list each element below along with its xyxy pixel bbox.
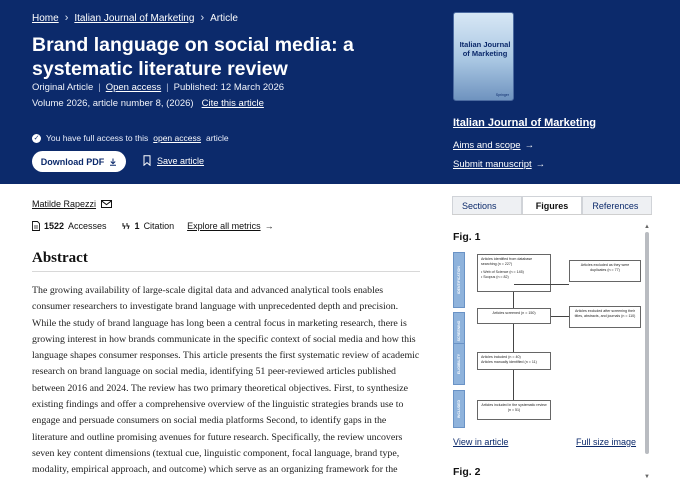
scroll-down-icon[interactable]: ▼ xyxy=(644,474,650,480)
quote-icon xyxy=(122,222,130,229)
arrow-right-icon: → xyxy=(524,140,535,151)
abstract-text: The growing availability of large-scale … xyxy=(32,285,420,476)
abstract-heading: Abstract xyxy=(32,250,88,266)
tab-sections[interactable]: Sections xyxy=(452,196,522,214)
article-volume-row: Volume 2026, article number 8, (2026) Ci… xyxy=(32,98,264,109)
breadcrumb-journal[interactable]: Italian Journal of Marketing xyxy=(74,13,194,24)
box-articles-included: Articles included (n = 40) Articles manu… xyxy=(477,352,551,370)
connector xyxy=(551,316,569,317)
box-articles-screened: Articles screened (n = 150) xyxy=(477,308,551,324)
scroll-up-icon[interactable]: ▲ xyxy=(644,224,650,230)
cover-publisher: Springer xyxy=(495,93,509,97)
download-icon xyxy=(110,158,117,166)
box-final-review: Articles included in the systematic revi… xyxy=(477,400,551,420)
breadcrumb-current: Article xyxy=(210,12,238,24)
connector xyxy=(513,324,514,352)
cover-title: Italian Journal of Marketing xyxy=(459,40,511,58)
article-volume: Volume 2026, article number 8, (2026) xyxy=(32,98,194,109)
published-date: Published: 12 March 2026 xyxy=(173,82,285,93)
accesses-count: 1522 xyxy=(44,221,65,231)
journal-name-link[interactable]: Italian Journal of Marketing xyxy=(453,117,596,129)
connector xyxy=(513,292,514,308)
download-pdf-button[interactable]: Download PDF xyxy=(32,151,126,172)
article-metrics: 1522 Accesses 1 Citation Explore all met… xyxy=(32,221,274,231)
open-access-inline-link[interactable]: open access xyxy=(153,133,201,143)
citations-count: 1 xyxy=(134,221,140,231)
bookmark-icon xyxy=(143,155,151,166)
divider xyxy=(32,271,420,272)
breadcrumb-separator: › xyxy=(64,12,69,24)
breadcrumb: Home › Italian Journal of Marketing › Ar… xyxy=(32,12,238,24)
article-title: Brand language on social media: a system… xyxy=(32,34,354,80)
citations-label: Citation xyxy=(143,221,175,231)
arrow-right-icon: → xyxy=(535,159,546,170)
figure-1-prisma-diagram[interactable]: IDENTIFICATION SCREENING ELIGIBILITY INC… xyxy=(453,246,643,432)
phase-eligibility: ELIGIBILITY xyxy=(453,343,465,385)
connector xyxy=(513,370,514,400)
cite-link[interactable]: Cite this article xyxy=(202,98,264,109)
envelope-icon[interactable] xyxy=(101,200,113,208)
breadcrumb-home[interactable]: Home xyxy=(32,13,59,24)
author-name-link[interactable]: Matilde Rapezzi xyxy=(32,199,96,209)
open-access-link[interactable]: Open access xyxy=(106,82,161,93)
connector xyxy=(514,284,569,285)
explore-metrics-link[interactable]: Explore all metrics xyxy=(187,221,261,231)
accesses-label: Accesses xyxy=(68,221,107,231)
tab-figures[interactable]: Figures xyxy=(521,196,583,214)
box-excluded-after-screening: Articles excluded after screening their … xyxy=(569,306,641,328)
author-row: Matilde Rapezzi xyxy=(32,199,113,209)
panel-scrollbar-thumb[interactable] xyxy=(645,232,649,454)
figure-1-label: Fig. 1 xyxy=(453,231,481,243)
box-duplicates-excluded: Articles excluded as they were duplicate… xyxy=(569,260,641,282)
document-icon xyxy=(32,221,40,231)
view-in-article-link[interactable]: View in article xyxy=(453,437,508,447)
full-size-image-link[interactable]: Full size image xyxy=(576,437,636,447)
article-meta: Original Article | Open access | Publish… xyxy=(32,82,285,93)
phase-included: INCLUDED xyxy=(453,390,465,428)
article-header: Home › Italian Journal of Marketing › Ar… xyxy=(0,0,680,184)
arrow-right-icon: → xyxy=(264,221,274,231)
aims-and-scope-link[interactable]: Aims and scope → xyxy=(453,140,534,151)
breadcrumb-separator: › xyxy=(200,12,205,24)
check-circle-icon: ✓ xyxy=(32,133,41,143)
tab-references[interactable]: References xyxy=(582,196,653,214)
full-access-notice: ✓ You have full access to this open acce… xyxy=(32,133,229,143)
save-article-button[interactable]: Save article xyxy=(143,155,204,166)
journal-cover-image[interactable]: Italian Journal of Marketing Springer xyxy=(453,12,514,101)
side-panel-tabs: Sections Figures References xyxy=(452,196,653,215)
article-type: Original Article xyxy=(32,82,94,93)
figure-2-label: Fig. 2 xyxy=(453,466,481,478)
box-articles-identified: Articles identified from database search… xyxy=(477,254,551,292)
phase-identification: IDENTIFICATION xyxy=(453,252,465,308)
submit-manuscript-link[interactable]: Submit manuscript → xyxy=(453,159,545,170)
